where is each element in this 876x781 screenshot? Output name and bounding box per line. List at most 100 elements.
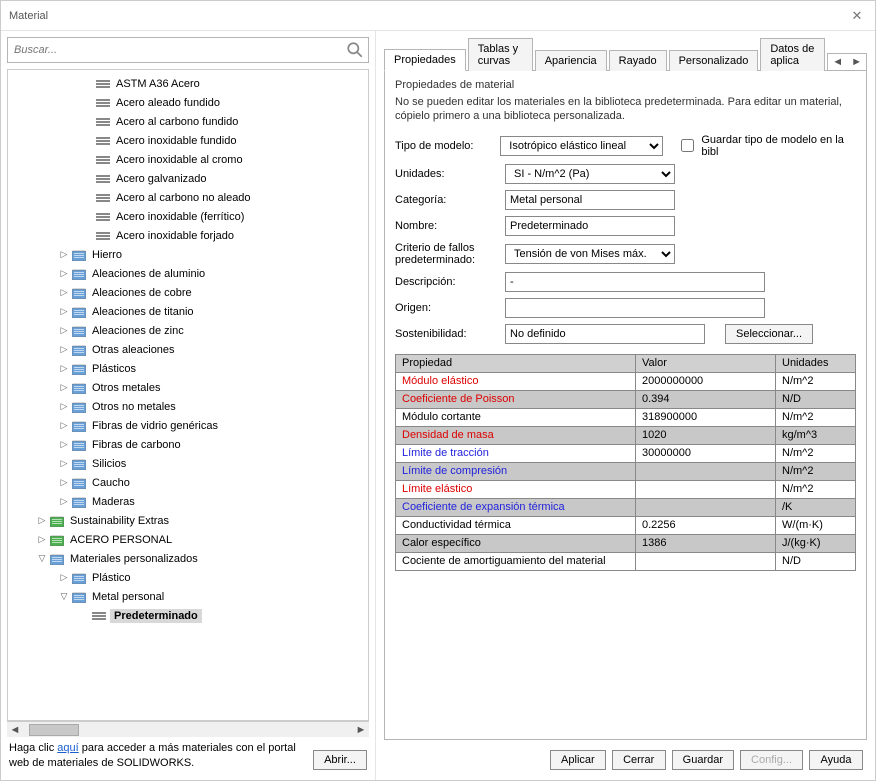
expand-icon[interactable]: ▷ <box>58 458 70 469</box>
input-sostenibilidad[interactable] <box>505 324 705 344</box>
horizontal-scrollbar[interactable]: ◄ ► <box>7 721 369 737</box>
tree-item[interactable]: ▷Fibras de carbono <box>8 435 368 454</box>
table-row[interactable]: Conductividad térmica0.2256W/(m·K) <box>396 516 856 534</box>
search-input[interactable] <box>12 43 346 57</box>
prop-value[interactable]: 0.2256 <box>636 516 776 534</box>
tree-item[interactable]: ▷Otras aleaciones <box>8 340 368 359</box>
tree-item[interactable]: ASTM A36 Acero <box>8 74 368 93</box>
tree-item[interactable]: Acero al carbono no aleado <box>8 188 368 207</box>
tree-item[interactable]: ▷Maderas <box>8 492 368 511</box>
aplicar-button[interactable]: Aplicar <box>550 750 606 770</box>
tab-propiedades[interactable]: Propiedades <box>384 49 466 71</box>
tab-rayado[interactable]: Rayado <box>609 50 667 71</box>
table-row[interactable]: Coeficiente de Poisson0.394N/D <box>396 390 856 408</box>
tree-item[interactable]: Acero al carbono fundido <box>8 112 368 131</box>
prop-value[interactable] <box>636 480 776 498</box>
prop-value[interactable]: 318900000 <box>636 408 776 426</box>
expand-icon[interactable]: ▷ <box>58 572 70 583</box>
expand-icon[interactable]: ▷ <box>36 515 48 526</box>
prop-value[interactable]: 1020 <box>636 426 776 444</box>
tree-item[interactable]: ▷Sustainability Extras <box>8 511 368 530</box>
expand-icon[interactable]: ▷ <box>58 477 70 488</box>
table-row[interactable]: Límite de compresiónN/m^2 <box>396 462 856 480</box>
tab-scroll[interactable]: ◄► <box>827 53 867 70</box>
tree-item[interactable]: ▷Otros metales <box>8 378 368 397</box>
input-descripcion[interactable] <box>505 272 765 292</box>
expand-icon[interactable]: ▷ <box>58 249 70 260</box>
prop-value[interactable] <box>636 552 776 570</box>
expand-icon[interactable]: ▷ <box>58 287 70 298</box>
expand-icon[interactable]: ▷ <box>58 401 70 412</box>
tree-item[interactable]: Acero galvanizado <box>8 169 368 188</box>
table-row[interactable]: Coeficiente de expansión térmica/K <box>396 498 856 516</box>
tab-tablas[interactable]: Tablas y curvas <box>468 38 533 71</box>
expand-icon[interactable]: ▷ <box>58 363 70 374</box>
collapse-icon[interactable]: ▽ <box>58 591 70 602</box>
expand-icon[interactable]: ▷ <box>58 268 70 279</box>
expand-icon[interactable]: ▷ <box>58 496 70 507</box>
expand-icon[interactable]: ▷ <box>58 439 70 450</box>
tree-item[interactable]: ▷Plásticos <box>8 359 368 378</box>
tree-item[interactable]: Acero aleado fundido <box>8 93 368 112</box>
guardar-button[interactable]: Guardar <box>672 750 734 770</box>
table-row[interactable]: Cociente de amortiguamiento del material… <box>396 552 856 570</box>
tree-item[interactable]: ▷Hierro <box>8 245 368 264</box>
close-icon[interactable]: ✕ <box>847 8 867 24</box>
expand-icon[interactable]: ▷ <box>58 325 70 336</box>
expand-icon[interactable]: ▷ <box>58 306 70 317</box>
tree-item-selected[interactable]: Predeterminado <box>8 606 368 625</box>
tree-item[interactable]: ▽Materiales personalizados <box>8 549 368 568</box>
prop-value[interactable]: 0.394 <box>636 390 776 408</box>
tab-right-icon[interactable]: ► <box>847 54 866 70</box>
tree-item[interactable]: ▷Silicios <box>8 454 368 473</box>
tree-item[interactable]: ▷Aleaciones de cobre <box>8 283 368 302</box>
table-row[interactable]: Límite elásticoN/m^2 <box>396 480 856 498</box>
ayuda-button[interactable]: Ayuda <box>809 750 863 770</box>
expand-icon[interactable]: ▷ <box>58 344 70 355</box>
prop-value[interactable] <box>636 498 776 516</box>
footer-link[interactable]: aquí <box>57 742 78 754</box>
seleccionar-button[interactable]: Seleccionar... <box>725 324 813 344</box>
tab-datos[interactable]: Datos de aplica <box>760 38 825 71</box>
table-row[interactable]: Densidad de masa1020kg/m^3 <box>396 426 856 444</box>
search-box[interactable] <box>7 37 369 63</box>
select-criterio[interactable]: Tensión de von Mises máx. <box>505 244 675 264</box>
prop-value[interactable]: 30000000 <box>636 444 776 462</box>
tree-item[interactable]: Acero inoxidable al cromo <box>8 150 368 169</box>
table-row[interactable]: Calor específico1386J/(kg·K) <box>396 534 856 552</box>
checkbox-guardar-tipo[interactable]: Guardar tipo de modelo en la bibl <box>677 134 856 158</box>
tree-item[interactable]: ▷ACERO PERSONAL <box>8 530 368 549</box>
collapse-icon[interactable]: ▽ <box>36 553 48 564</box>
input-nombre[interactable] <box>505 216 675 236</box>
tree-item[interactable]: ▷Aleaciones de zinc <box>8 321 368 340</box>
input-origen[interactable] <box>505 298 765 318</box>
tree-item[interactable]: ▷Fibras de vidrio genéricas <box>8 416 368 435</box>
table-row[interactable]: Módulo cortante318900000N/m^2 <box>396 408 856 426</box>
tab-personalizado[interactable]: Personalizado <box>669 50 759 71</box>
tree-item[interactable]: ▷Aleaciones de aluminio <box>8 264 368 283</box>
scroll-thumb[interactable] <box>29 724 79 736</box>
tree-item[interactable]: ▷Plástico <box>8 568 368 587</box>
cerrar-button[interactable]: Cerrar <box>612 750 666 770</box>
scroll-left-icon[interactable]: ◄ <box>7 724 23 736</box>
expand-icon[interactable]: ▷ <box>36 534 48 545</box>
material-tree[interactable]: ASTM A36 AceroAcero aleado fundidoAcero … <box>8 70 368 720</box>
scroll-right-icon[interactable]: ► <box>353 724 369 736</box>
tab-apariencia[interactable]: Apariencia <box>535 50 607 71</box>
prop-value[interactable]: 2000000000 <box>636 372 776 390</box>
table-row[interactable]: Módulo elástico2000000000N/m^2 <box>396 372 856 390</box>
table-row[interactable]: Límite de tracción30000000N/m^2 <box>396 444 856 462</box>
tree-item[interactable]: Acero inoxidable (ferrítico) <box>8 207 368 226</box>
input-categoria[interactable] <box>505 190 675 210</box>
tree-item[interactable]: ▷Caucho <box>8 473 368 492</box>
config-button[interactable]: Config... <box>740 750 803 770</box>
tree-item[interactable]: Acero inoxidable fundido <box>8 131 368 150</box>
expand-icon[interactable]: ▷ <box>58 420 70 431</box>
tree-item[interactable]: ▽Metal personal <box>8 587 368 606</box>
expand-icon[interactable]: ▷ <box>58 382 70 393</box>
tree-item[interactable]: ▷Aleaciones de titanio <box>8 302 368 321</box>
tree-item[interactable]: Acero inoxidable forjado <box>8 226 368 245</box>
open-button[interactable]: Abrir... <box>313 750 367 770</box>
search-icon[interactable] <box>346 41 364 59</box>
tab-left-icon[interactable]: ◄ <box>828 54 847 70</box>
